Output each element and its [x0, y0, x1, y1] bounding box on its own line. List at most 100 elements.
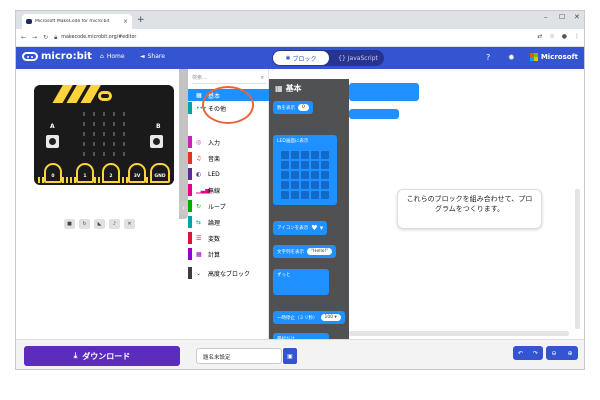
- workspace-block[interactable]: [349, 109, 399, 119]
- input-target-icon: ◎: [196, 138, 202, 146]
- browser-tab-bar: Microsoft MakeCode for micro:bit × + – ☐…: [16, 11, 584, 29]
- show-icon-block[interactable]: アイコンを表示 ♥ ▾: [273, 221, 328, 235]
- zoom-out-icon[interactable]: ⊖: [551, 350, 556, 357]
- tip-callout: これらのブロックを組み合わせて、プログラムをつくります。: [397, 189, 542, 229]
- block-label: アイコンを表示: [277, 226, 309, 231]
- undo-icon[interactable]: ↶: [518, 350, 523, 357]
- simulator-scrollbar[interactable]: [179, 69, 188, 219]
- category-variables[interactable]: ☰ 変数: [188, 232, 269, 244]
- workspace-horizontal-scrollbar[interactable]: [349, 331, 569, 336]
- show-leds-block[interactable]: LED画面に表示: [273, 135, 337, 205]
- block-value[interactable]: 100 ▾: [320, 314, 341, 321]
- chevron-down-icon: ⌄: [196, 269, 202, 277]
- fullscreen-icon[interactable]: ✕: [124, 219, 135, 229]
- workspace-vertical-scrollbar[interactable]: [575, 189, 580, 329]
- pin-2[interactable]: 2: [102, 163, 120, 183]
- workspace-block[interactable]: [349, 83, 419, 101]
- workspace[interactable]: これらのブロックを組み合わせて、プログラムをつくります。: [349, 69, 584, 339]
- url-field[interactable]: makecode.microbit.org/#editor: [61, 35, 136, 40]
- button-b[interactable]: [150, 135, 163, 148]
- share-button[interactable]: ◄ Share: [140, 53, 165, 60]
- editor-toggle: ✱ ブロック {} JavaScript: [272, 50, 384, 66]
- bottom-bar: ⤓ ダウンロード 題名未設定 ▣ ↶ ↷ ⊖ ⊕: [16, 339, 584, 369]
- home-label: Home: [106, 53, 125, 60]
- account-icon[interactable]: ●: [562, 33, 567, 40]
- window-close-button[interactable]: ✕: [574, 13, 580, 21]
- blocks-tab[interactable]: ✱ ブロック: [273, 51, 329, 65]
- save-button[interactable]: ▣: [283, 348, 297, 364]
- bookmark-star-icon[interactable]: ☆: [549, 33, 554, 40]
- category-loops[interactable]: ↻ ループ: [188, 200, 269, 212]
- tab-close-icon[interactable]: ×: [123, 18, 128, 25]
- list-icon: ☰: [196, 234, 202, 242]
- category-label: 変数: [208, 235, 221, 243]
- collapse-simulator-button[interactable]: ‹: [179, 201, 188, 215]
- zoom-group: ⊖ ⊕: [546, 346, 578, 360]
- download-label: ダウンロード: [82, 351, 131, 361]
- category-radio[interactable]: ▁▃▅ 無線: [188, 184, 269, 196]
- browser-menu-icon[interactable]: ⋮: [574, 33, 580, 40]
- category-music[interactable]: ♫ 音楽: [188, 152, 269, 164]
- pin-0[interactable]: 0: [44, 163, 62, 183]
- category-logic[interactable]: ⇆ 論理: [188, 216, 269, 228]
- microbit-logo[interactable]: micro:bit: [22, 51, 92, 62]
- block-value[interactable]: 0: [298, 104, 309, 111]
- translate-icon[interactable]: ⇄: [537, 33, 542, 40]
- browser-tab[interactable]: Microsoft MakeCode for micro:bit ×: [22, 14, 132, 29]
- category-math[interactable]: ▦ 計算: [188, 248, 269, 260]
- pause-block[interactable]: 一時停止（ミリ秒） 100 ▾: [273, 311, 345, 324]
- microsoft-logo[interactable]: Microsoft: [529, 53, 578, 61]
- heart-icon[interactable]: ♥ ▾: [311, 224, 323, 232]
- category-advanced[interactable]: ⌄ 高度なブロック: [188, 267, 269, 279]
- search-placeholder: 検索...: [192, 75, 207, 81]
- mute-icon[interactable]: ♪: [109, 219, 120, 229]
- block-flyout: ▦ 基本 数を表示 0 LED画面に表示 アイコンを表示 ♥ ▾ 文字列を表示 …: [269, 79, 349, 347]
- stop-icon[interactable]: ■: [64, 219, 75, 229]
- gear-icon[interactable]: ✹: [508, 53, 515, 62]
- home-button[interactable]: ⌂ Home: [100, 53, 125, 60]
- window-minimize-button[interactable]: –: [544, 13, 548, 21]
- lock-icon: 🔒︎: [54, 33, 58, 41]
- led-editor-grid[interactable]: [281, 151, 329, 199]
- loop-arrow-icon: ↻: [196, 202, 202, 210]
- forever-block[interactable]: ずっと: [273, 269, 329, 295]
- project-name-input[interactable]: 題名未設定: [196, 348, 282, 364]
- zoom-in-icon[interactable]: ⊕: [567, 350, 572, 357]
- toolbox-search-input[interactable]: 検索... ⌕: [192, 74, 266, 84]
- browser-window: Microsoft MakeCode for micro:bit × + – ☐…: [15, 10, 585, 370]
- block-label: 数を表示: [277, 105, 295, 111]
- search-icon[interactable]: ⌕: [261, 74, 264, 82]
- microsoft-squares-icon: [529, 53, 538, 61]
- category-led[interactable]: ◐ LED: [188, 168, 269, 180]
- new-tab-button[interactable]: +: [137, 14, 145, 26]
- shuffle-icon: ⇆: [196, 218, 202, 226]
- simulator-toolbar: ■ ↻ ◣ ♪ ✕: [64, 219, 135, 229]
- pin-gnd[interactable]: GND: [150, 163, 170, 183]
- headphones-icon: ♫: [196, 154, 202, 162]
- show-number-block[interactable]: 数を表示 0: [273, 101, 313, 114]
- reload-icon[interactable]: ↻: [43, 34, 48, 41]
- category-label: LED: [208, 170, 220, 178]
- javascript-tab[interactable]: {} JavaScript: [332, 51, 384, 65]
- show-string-block[interactable]: 文字列を表示 "Hello!": [273, 245, 337, 258]
- button-a[interactable]: [46, 135, 59, 148]
- forward-arrow-icon[interactable]: →: [32, 34, 37, 41]
- button-a-label: A: [50, 123, 55, 130]
- pin-3v[interactable]: 3V: [128, 163, 146, 183]
- help-icon[interactable]: ?: [486, 53, 490, 62]
- home-icon: ⌂: [100, 53, 104, 60]
- restart-icon[interactable]: ↻: [79, 219, 90, 229]
- block-value[interactable]: "Hello!": [307, 248, 333, 255]
- download-button[interactable]: ⤓ ダウンロード: [24, 346, 180, 366]
- slow-mo-icon[interactable]: ◣: [94, 219, 105, 229]
- category-input[interactable]: ◎ 入力: [188, 136, 269, 148]
- makecode-header: micro:bit ⌂ Home ◄ Share ✱ ブロック {} JavaS…: [16, 47, 584, 69]
- share-icon: ◄: [140, 53, 145, 60]
- led-matrix: [79, 109, 129, 159]
- back-arrow-icon[interactable]: ←: [21, 34, 26, 41]
- pin-1[interactable]: 1: [76, 163, 94, 183]
- window-maximize-button[interactable]: ☐: [559, 13, 565, 21]
- simulator-panel: A B 0 1 2 3V GND ■ ↻ ◣ ♪ ✕: [16, 69, 188, 339]
- grid-icon: ▦: [275, 84, 283, 93]
- redo-icon[interactable]: ↷: [533, 350, 538, 357]
